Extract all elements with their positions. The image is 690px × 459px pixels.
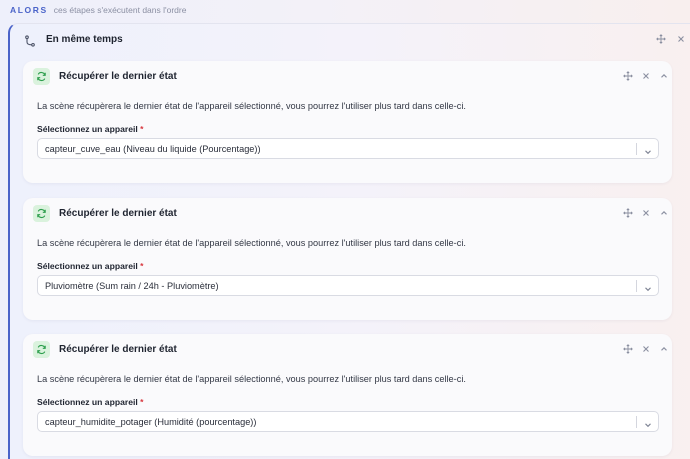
device-field-label: Sélectionnez un appareil *	[37, 124, 144, 134]
chevron-up-icon[interactable]	[659, 71, 669, 81]
close-icon[interactable]	[641, 71, 651, 81]
select-divider	[636, 143, 637, 155]
required-mark: *	[140, 124, 144, 134]
device-field-label: Sélectionnez un appareil *	[37, 261, 144, 271]
refresh-icon	[33, 205, 50, 222]
parallel-header: En même temps	[10, 24, 690, 54]
then-subtitle: ces étapes s'exécutent dans l'ordre	[53, 5, 187, 15]
device-field-label-text: Sélectionnez un appareil	[37, 261, 138, 271]
device-field-label-text: Sélectionnez un appareil	[37, 397, 138, 407]
move-icon[interactable]	[623, 344, 633, 354]
card-description: La scène récupèrera le dernier état de l…	[37, 374, 466, 384]
close-icon[interactable]	[676, 34, 686, 44]
card-description: La scène récupèrera le dernier état de l…	[37, 101, 466, 111]
select-divider	[636, 416, 637, 428]
chevron-down-icon[interactable]	[643, 144, 653, 155]
chevron-down-icon[interactable]	[643, 281, 653, 292]
get-state-card-1: Récupérer le dernier état La scène récup…	[23, 61, 672, 183]
card-description: La scène récupèrera le dernier état de l…	[37, 238, 466, 248]
get-state-card-2: Récupérer le dernier état La scène récup…	[23, 198, 672, 320]
device-field-label-text: Sélectionnez un appareil	[37, 124, 138, 134]
card-title: Récupérer le dernier état	[59, 208, 177, 219]
move-icon[interactable]	[623, 71, 633, 81]
move-icon[interactable]	[623, 208, 633, 218]
chevron-down-icon[interactable]	[643, 417, 653, 428]
move-icon[interactable]	[656, 34, 666, 44]
card-title: Récupérer le dernier état	[59, 71, 177, 82]
chevron-up-icon[interactable]	[659, 344, 669, 354]
refresh-icon	[33, 341, 50, 358]
device-field-label: Sélectionnez un appareil *	[37, 397, 144, 407]
then-label: ALORS	[10, 5, 48, 15]
parallel-title: En même temps	[46, 34, 123, 45]
get-state-card-3: Récupérer le dernier état La scène récup…	[23, 334, 672, 456]
card-title: Récupérer le dernier état	[59, 344, 177, 355]
close-icon[interactable]	[641, 208, 651, 218]
branch-icon	[24, 34, 36, 47]
chevron-up-icon[interactable]	[659, 208, 669, 218]
device-select[interactable]: capteur_cuve_eau (Niveau du liquide (Pou…	[37, 138, 659, 159]
device-select-value: capteur_humidite_potager (Humidité (pour…	[45, 417, 257, 427]
close-icon[interactable]	[641, 344, 651, 354]
required-mark: *	[140, 397, 144, 407]
device-select-value: capteur_cuve_eau (Niveau du liquide (Pou…	[45, 144, 261, 154]
then-header: ALORS ces étapes s'exécutent dans l'ordr…	[10, 4, 186, 16]
select-divider	[636, 280, 637, 292]
device-select-value: Pluviomètre (Sum rain / 24h - Pluviomètr…	[45, 281, 219, 291]
device-select[interactable]: Pluviomètre (Sum rain / 24h - Pluviomètr…	[37, 275, 659, 296]
refresh-icon	[33, 68, 50, 85]
required-mark: *	[140, 261, 144, 271]
device-select[interactable]: capteur_humidite_potager (Humidité (pour…	[37, 411, 659, 432]
